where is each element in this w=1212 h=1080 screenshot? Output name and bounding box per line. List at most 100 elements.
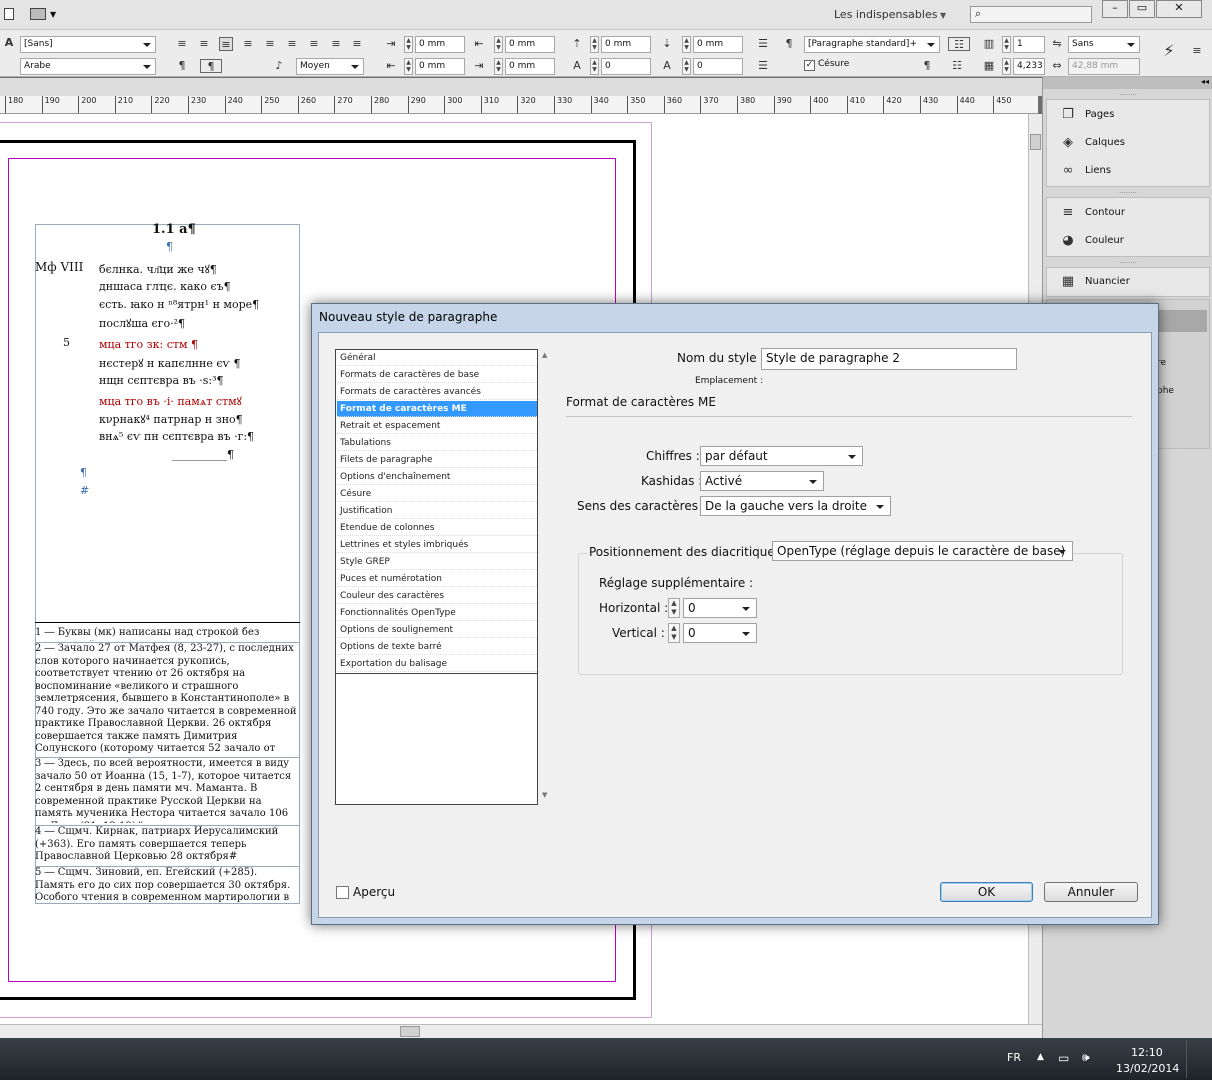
close-button[interactable]: ✕ [1156, 0, 1202, 18]
scroll-up-icon[interactable]: ▲ [542, 351, 547, 359]
maximize-button[interactable]: ▭ [1129, 0, 1155, 18]
indent-last-stepper[interactable]: ▲ ▼ [494, 58, 503, 75]
numbering-icon[interactable]: ☰ [756, 59, 770, 73]
style-name-input[interactable]: Style de paragraphe 2 [761, 348, 1017, 370]
type-tool-icon[interactable]: A [2, 36, 16, 50]
network-icon[interactable]: ▭ [1058, 1051, 1069, 1065]
rtl-icon[interactable]: ¶ [175, 59, 189, 73]
indent-left-field[interactable]: 0 mm [415, 36, 465, 53]
category-item[interactable]: Filets de paragraphe [337, 452, 537, 468]
volume-icon[interactable]: 🕪 [1082, 1050, 1090, 1065]
category-item[interactable]: Formats de caractères de base [337, 367, 537, 383]
panel-color[interactable]: ◕ Couleur [1047, 228, 1212, 254]
space-after-field[interactable]: 0 mm [693, 36, 743, 53]
minimize-button[interactable]: – [1102, 0, 1128, 18]
category-item[interactable]: Options de texte barré [337, 639, 537, 655]
category-scrollbar[interactable]: ▲ ▼ [540, 349, 554, 805]
tray-arrow-icon[interactable]: ▲ [1037, 1052, 1044, 1062]
panel-grip[interactable]: ········ [1043, 259, 1212, 267]
justify-right-icon[interactable]: ≡ [285, 37, 299, 51]
language-indicator[interactable]: FR [1007, 1051, 1021, 1064]
grid-align-icon[interactable]: ☷ [950, 59, 964, 73]
hyphenation-checkbox[interactable]: ✓ [804, 60, 815, 71]
category-item[interactable]: Couleur des caractères [337, 588, 537, 604]
lightning-icon[interactable]: ⚡ [1162, 43, 1176, 59]
workspace-switcher[interactable]: Les indispensables [834, 8, 937, 21]
view-icon[interactable] [4, 8, 14, 20]
ltr-icon[interactable]: ¶ [200, 59, 222, 73]
scroll-down-icon[interactable]: ▼ [542, 791, 547, 799]
clock-date[interactable]: 13/02/2014 [1116, 1062, 1179, 1075]
search-input[interactable]: ⌕ [970, 6, 1092, 23]
horizontal-scrollbar[interactable] [0, 1024, 1042, 1038]
category-item[interactable]: Justification [337, 503, 537, 519]
category-item[interactable]: Général [337, 350, 537, 366]
justify-left-icon[interactable]: ≡ [241, 37, 255, 51]
panel-layers[interactable]: ◈ Calques [1047, 130, 1212, 156]
indent-first-field[interactable]: 0 mm [415, 58, 465, 75]
category-item[interactable]: Options de soulignement [337, 622, 537, 638]
vertical-stepper[interactable]: ▲ ▼ [668, 623, 680, 643]
indent-last-field[interactable]: 0 mm [505, 58, 555, 75]
font-family-select[interactable]: [Sans] [20, 36, 156, 53]
category-item[interactable]: Etendue de colonnes [337, 520, 537, 536]
kerning-select[interactable]: Moyen [296, 58, 364, 75]
horizontal-select[interactable]: 0 [683, 598, 757, 618]
layout-icon[interactable] [30, 8, 46, 20]
horizontal-stepper[interactable]: ▲ ▼ [668, 598, 680, 618]
panel-menu-icon[interactable]: ≡ [1190, 44, 1204, 58]
paragraph-style-select[interactable]: [Paragraphe standard]+ [804, 36, 940, 53]
category-item[interactable]: Lettrines et styles imbriqués [337, 537, 537, 553]
panel-grip[interactable]: ········ [1043, 91, 1212, 99]
size-field[interactable]: 4,233 [1013, 58, 1045, 75]
category-item-selected[interactable]: Format de caractères ME [337, 401, 537, 417]
panel-stroke[interactable]: ≡ Contour [1047, 200, 1212, 226]
space-after-stepper[interactable]: ▲ ▼ [682, 36, 691, 53]
vertical-select[interactable]: 0 [683, 623, 757, 643]
align-spine-icon[interactable]: ≡ [329, 37, 343, 51]
font-style-select[interactable]: Arabe [20, 58, 156, 75]
scroll-thumb[interactable] [400, 1026, 420, 1037]
panel-grip[interactable]: ········ [1043, 189, 1212, 197]
indent-left-stepper[interactable]: ▲ ▼ [404, 36, 413, 53]
category-item[interactable]: Tabulations [337, 435, 537, 451]
align-right-icon[interactable]: ≡ [219, 37, 233, 51]
cancel-button[interactable]: Annuler [1044, 882, 1138, 902]
bullets-icon[interactable]: ☰ [756, 37, 770, 51]
align-center-icon[interactable]: ≡ [197, 37, 211, 51]
columns-stepper[interactable]: ▲ ▼ [1002, 36, 1011, 53]
justify-center-icon[interactable]: ≡ [263, 37, 277, 51]
panel-swatches[interactable]: ▦ Nuancier [1047, 269, 1212, 295]
align-left-icon[interactable]: ≡ [175, 37, 189, 51]
digits-select[interactable]: par défaut [700, 446, 863, 466]
ok-button[interactable]: OK [940, 882, 1033, 902]
columns-field[interactable]: 1 [1013, 36, 1045, 53]
category-item[interactable]: Fonctionnalités OpenType [337, 605, 537, 621]
clock-time[interactable]: 12:10 [1131, 1046, 1163, 1059]
justify-all-icon[interactable]: ≡ [307, 37, 321, 51]
category-item[interactable]: Style GREP [337, 554, 537, 570]
indent-right-stepper[interactable]: ▲ ▼ [494, 36, 503, 53]
category-item[interactable]: Césure [337, 486, 537, 502]
baseline-grid-icon[interactable]: ☷ [948, 37, 970, 51]
clear-overrides-icon[interactable]: ¶ [920, 59, 934, 73]
align-away-spine-icon[interactable]: ≡ [350, 37, 364, 51]
span-columns-icon[interactable]: ▦ [982, 59, 996, 73]
category-item[interactable]: Options d'enchaînement [337, 469, 537, 485]
size-stepper[interactable]: ▲ ▼ [1002, 58, 1011, 75]
space-before-field[interactable]: 0 mm [601, 36, 651, 53]
category-item[interactable]: Puces et numérotation [337, 571, 537, 587]
dropcap-chars-field[interactable]: 0 [693, 58, 743, 75]
panel-links[interactable]: ∞ Liens [1047, 158, 1212, 184]
category-item[interactable]: Retrait et espacement [337, 418, 537, 434]
dropcap-lines-stepper[interactable]: ▲ ▼ [590, 58, 599, 75]
direction-select[interactable]: De la gauche vers la droite [700, 496, 891, 516]
space-before-stepper[interactable]: ▲ ▼ [590, 36, 599, 53]
show-desktop-button[interactable] [1186, 1040, 1208, 1078]
kashidas-select[interactable]: Activé [700, 471, 824, 491]
diacritics-select[interactable]: OpenType (réglage depuis le caractère de… [772, 541, 1073, 561]
scroll-thumb[interactable] [1030, 134, 1041, 150]
indent-first-stepper[interactable]: ▲ ▼ [404, 58, 413, 75]
panel-pages[interactable]: ❐ Pages [1047, 102, 1212, 128]
dropcap-lines-field[interactable]: 0 [601, 58, 651, 75]
